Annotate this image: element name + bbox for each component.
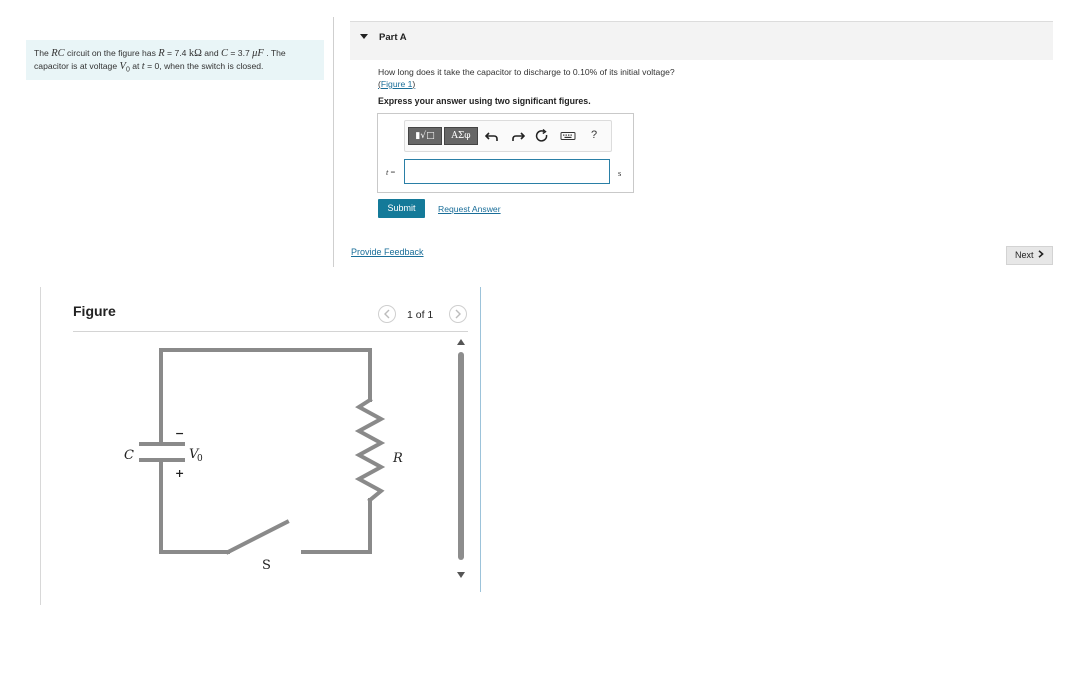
next-button[interactable]: Next xyxy=(1006,246,1053,265)
label-r: R xyxy=(392,451,403,466)
label-c: C xyxy=(124,448,134,463)
redo-icon[interactable] xyxy=(511,129,525,143)
label-v-subscript: 0 xyxy=(197,454,203,464)
wire-left-bottom xyxy=(159,458,230,554)
figure-panel-border-right xyxy=(480,287,481,592)
figure-scrollbar[interactable] xyxy=(458,352,464,560)
scroll-up-arrow-icon[interactable] xyxy=(457,339,465,345)
resistor xyxy=(354,397,386,503)
rc-circuit-diagram: C − + V 0 R S xyxy=(124,348,403,573)
next-label: Next xyxy=(1014,250,1034,260)
answer-unit: s xyxy=(618,168,622,178)
label-plus: + xyxy=(175,467,184,480)
help-icon[interactable]: ? xyxy=(591,129,597,141)
wire-right-bottom xyxy=(301,498,372,554)
undo-icon[interactable] xyxy=(485,129,499,143)
label-s: S xyxy=(262,558,271,573)
reset-icon[interactable] xyxy=(535,129,549,143)
wire-top xyxy=(159,348,372,402)
chevron-right-icon xyxy=(1038,250,1044,258)
label-minus: − xyxy=(175,427,184,440)
capacitor xyxy=(139,442,185,462)
switch-blade xyxy=(225,519,290,555)
keyboard-icon[interactable] xyxy=(560,129,576,143)
scroll-down-arrow-icon[interactable] xyxy=(457,572,465,578)
